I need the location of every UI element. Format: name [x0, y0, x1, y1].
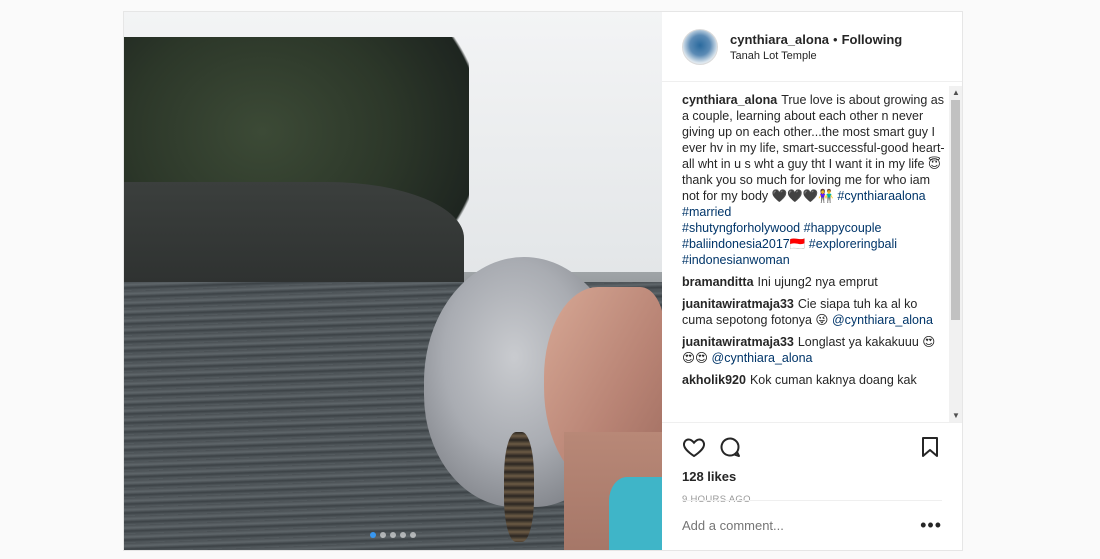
comment-username[interactable]: akholik920 — [682, 373, 746, 387]
action-icons — [682, 435, 942, 459]
header-line: cynthiara_alona • Following — [730, 32, 902, 48]
carousel-dot[interactable] — [400, 532, 406, 538]
hashtag-link[interactable]: #happycouple — [804, 221, 882, 235]
post-header: cynthiara_alona • Following Tanah Lot Temp… — [662, 12, 962, 82]
post-sidebar: cynthiara_alona • Following Tanah Lot Temp… — [662, 12, 962, 550]
comment-bubble-icon[interactable] — [718, 435, 742, 459]
comment-text: Ini ujung2 nya emprut — [757, 275, 878, 289]
carousel-dots — [124, 532, 662, 538]
comment-input[interactable] — [682, 518, 921, 533]
header-username[interactable]: cynthiara_alona — [730, 32, 829, 47]
comment-text: True love is about growing as a couple, … — [682, 93, 945, 203]
scroll-down-icon[interactable]: ▼ — [952, 411, 960, 420]
list-item: akholik920 Kok cuman kaknya doang kak — [682, 372, 946, 388]
hashtag-link[interactable]: #indonesianwoman — [682, 253, 790, 267]
instagram-post: cynthiara_alona • Following Tanah Lot Temp… — [123, 11, 963, 551]
scroll-up-icon[interactable]: ▲ — [952, 88, 960, 97]
carousel-dot[interactable] — [370, 532, 376, 538]
avatar[interactable] — [682, 28, 718, 65]
comment-username[interactable]: juanitawiratmaja33 — [682, 297, 794, 311]
post-photo[interactable] — [124, 12, 662, 550]
hashtag-link[interactable]: #married — [682, 205, 731, 219]
comments-list: cynthiara_alona True love is about growin… — [682, 92, 946, 418]
list-item: juanitawiratmaja33 Longlast ya kakakuuu 😍… — [682, 334, 946, 366]
carousel-dot[interactable] — [390, 532, 396, 538]
comment-text: Kok cuman kaknya doang kak — [749, 373, 917, 387]
following-button[interactable]: Following — [842, 32, 903, 47]
caption-comment: cynthiara_alona True love is about growin… — [682, 92, 946, 268]
list-item: bramanditta Ini ujung2 nya emprut — [682, 274, 946, 290]
hashtag-link[interactable]: #shutyngforholywood — [682, 221, 800, 235]
list-item: juanitawiratmaja33 Cie siapa tuh ka al ko… — [682, 296, 946, 328]
hashtag-link[interactable]: #cynthiaraalona — [837, 189, 925, 203]
more-options-icon[interactable]: ••• — [920, 515, 942, 536]
comment-username[interactable]: bramanditta — [682, 275, 754, 289]
scroll-thumb[interactable] — [951, 100, 960, 320]
comment-username[interactable]: juanitawiratmaja33 — [682, 335, 794, 349]
bookmark-icon[interactable] — [918, 435, 942, 459]
mention-link[interactable]: @cynthiara_alona — [832, 313, 933, 327]
location-link[interactable]: Tanah Lot Temple — [730, 50, 902, 62]
carousel-dot[interactable] — [410, 532, 416, 538]
hashtag-link[interactable]: #baliindonesia2017🇮🇩 — [682, 237, 805, 251]
header-separator: • — [833, 31, 838, 47]
heart-icon[interactable] — [682, 435, 706, 459]
mention-link[interactable]: @cynthiara_alona — [712, 351, 813, 365]
hashtag-link[interactable]: #exploreringbali — [809, 237, 897, 251]
photo-earring — [504, 432, 534, 542]
add-comment-bar: ••• — [682, 500, 942, 550]
comments-scrollbar[interactable]: ▲ ▼ — [949, 86, 962, 422]
photo-shoulder — [609, 477, 662, 550]
carousel-dot[interactable] — [380, 532, 386, 538]
comment-username[interactable]: cynthiara_alona — [682, 93, 777, 107]
header-info: cynthiara_alona • Following Tanah Lot Temp… — [730, 32, 902, 62]
likes-count[interactable]: 128 likes — [682, 469, 942, 484]
